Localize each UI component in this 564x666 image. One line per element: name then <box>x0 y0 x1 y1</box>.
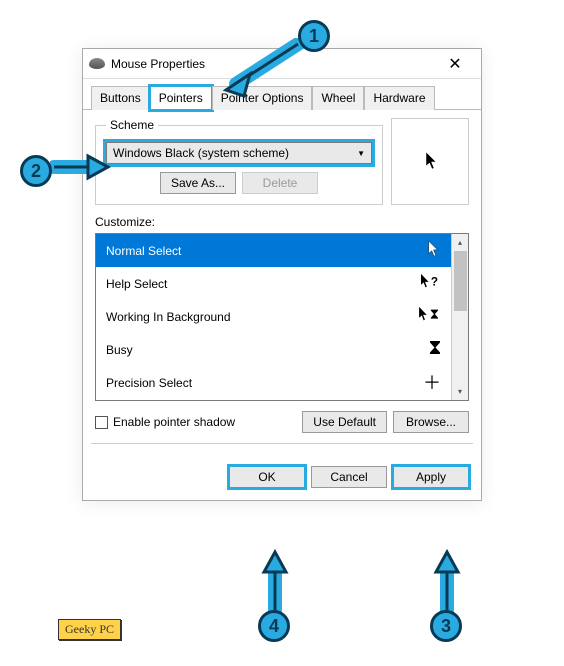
svg-text:?: ? <box>431 276 438 289</box>
chevron-down-icon: ▼ <box>357 149 365 158</box>
list-item-busy[interactable]: Busy <box>96 333 451 366</box>
save-as-button[interactable]: Save As... <box>160 172 236 194</box>
list-item-normal-select[interactable]: Normal Select <box>96 234 451 267</box>
customize-label: Customize: <box>95 215 469 229</box>
scheme-selected-value: Windows Black (system scheme) <box>113 146 289 160</box>
cancel-button[interactable]: Cancel <box>311 466 387 488</box>
cursor-arrow-icon <box>425 151 439 176</box>
enable-pointer-shadow-checkbox[interactable]: Enable pointer shadow <box>95 415 235 429</box>
scheme-group: Scheme Windows Black (system scheme) ▼ S… <box>95 118 383 205</box>
list-item-label: Busy <box>106 343 133 357</box>
list-item-label: Help Select <box>106 277 167 291</box>
scroll-down-icon[interactable]: ▾ <box>452 383 468 400</box>
tab-wheel[interactable]: Wheel <box>312 86 364 110</box>
apply-button[interactable]: Apply <box>393 466 469 488</box>
list-item-label: Normal Select <box>106 244 181 258</box>
tab-pointers[interactable]: Pointers <box>150 86 212 110</box>
cursor-hourglass-icon <box>417 306 441 327</box>
scroll-up-icon[interactable]: ▴ <box>452 234 468 251</box>
annotation-arrow-2 <box>50 150 112 184</box>
list-item-label: Working In Background <box>106 310 231 324</box>
listbox-scrollbar[interactable]: ▴ ▾ <box>451 234 468 400</box>
scheme-dropdown[interactable]: Windows Black (system scheme) ▼ <box>106 142 372 164</box>
hourglass-icon <box>429 340 441 359</box>
annotation-arrow-1 <box>220 38 304 100</box>
annotation-callout-2: 2 <box>20 155 52 187</box>
annotation-callout-1: 1 <box>298 20 330 52</box>
help-cursor-icon: ? <box>419 273 441 294</box>
tab-hardware[interactable]: Hardware <box>364 86 434 110</box>
list-item-help-select[interactable]: Help Select ? <box>96 267 451 300</box>
close-button[interactable]: ✕ <box>435 50 475 78</box>
pointer-preview-box <box>391 118 469 205</box>
annotation-callout-4: 4 <box>258 610 290 642</box>
browse-button[interactable]: Browse... <box>393 411 469 433</box>
scroll-thumb[interactable] <box>454 251 467 311</box>
list-item-working-background[interactable]: Working In Background <box>96 300 451 333</box>
cursor-arrow-icon <box>427 240 441 261</box>
mouse-properties-dialog: Mouse Properties ✕ Buttons Pointers Poin… <box>82 48 482 501</box>
tab-buttons[interactable]: Buttons <box>91 86 150 110</box>
list-item-label: Precision Select <box>106 376 192 390</box>
annotation-arrow-3 <box>430 548 464 614</box>
customize-listbox[interactable]: Normal Select Help Select ? Work <box>95 233 469 401</box>
annotation-arrow-4 <box>258 548 292 614</box>
watermark: Geeky PC <box>58 619 121 640</box>
crosshair-icon: ＋ <box>423 374 441 392</box>
ok-button[interactable]: OK <box>229 466 305 488</box>
list-item-precision-select[interactable]: Precision Select ＋ <box>96 366 451 399</box>
scheme-legend: Scheme <box>106 118 158 132</box>
checkbox-label: Enable pointer shadow <box>113 415 235 429</box>
mouse-icon <box>89 58 105 69</box>
use-default-button[interactable]: Use Default <box>302 411 387 433</box>
checkbox-icon <box>95 416 108 429</box>
divider <box>91 443 473 444</box>
dialog-footer: OK Cancel Apply <box>83 456 481 500</box>
delete-button[interactable]: Delete <box>242 172 318 194</box>
annotation-callout-3: 3 <box>430 610 462 642</box>
